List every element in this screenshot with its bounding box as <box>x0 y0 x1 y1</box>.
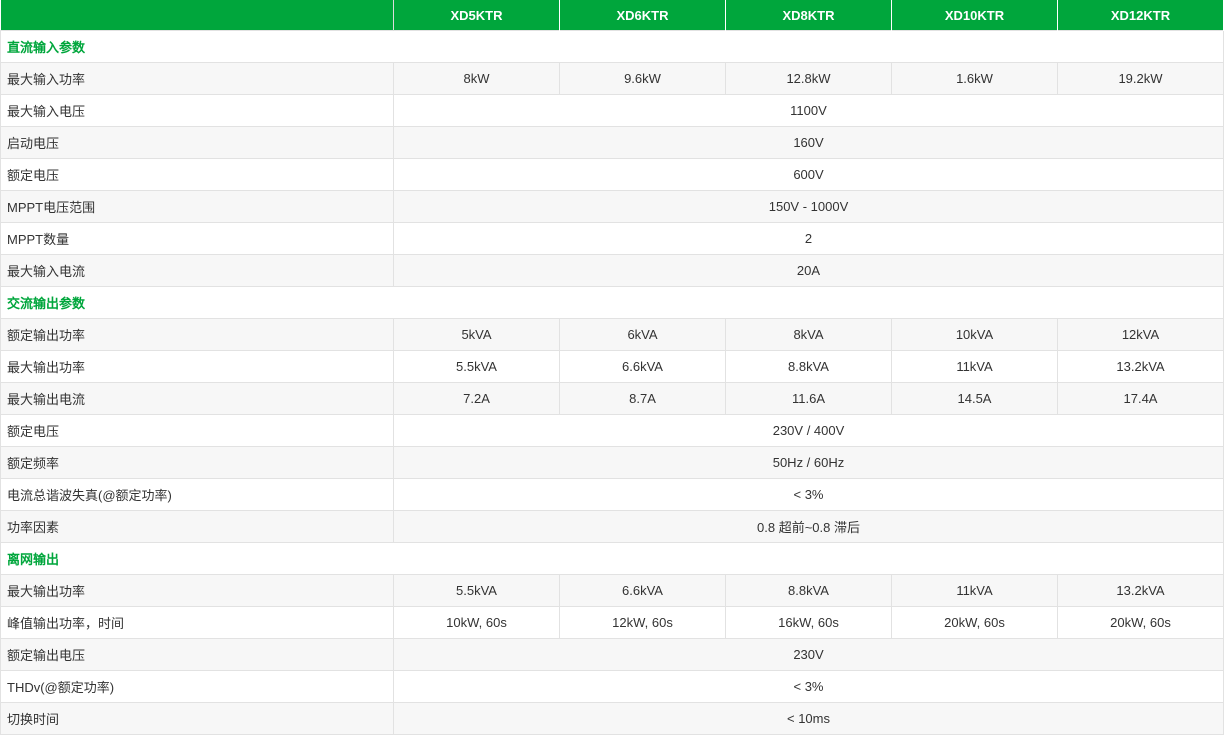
table-row: 额定输出电压 230V <box>0 638 1224 671</box>
table-row: 额定电压 600V <box>0 158 1224 191</box>
row-value: 11.6A <box>725 382 892 415</box>
table-row: MPPT电压范围 150V - 1000V <box>0 190 1224 223</box>
row-label: 电流总谐波失真(@额定功率) <box>0 478 394 511</box>
row-label: 功率因素 <box>0 510 394 543</box>
table-row: 最大输入功率 8kW 9.6kW 12.8kW 1.6kW 19.2kW <box>0 62 1224 95</box>
table-row: 切换时间 < 10ms <box>0 702 1224 735</box>
row-label: 最大输入电压 <box>0 94 394 127</box>
row-value: 20kW, 60s <box>891 606 1058 639</box>
header-model: XD10KTR <box>891 0 1058 31</box>
row-value: 8kVA <box>725 318 892 351</box>
table-row: 最大输出功率 5.5kVA 6.6kVA 8.8kVA 11kVA 13.2kVA <box>0 350 1224 383</box>
row-label: 额定输出功率 <box>0 318 394 351</box>
row-label: THDv(@额定功率) <box>0 670 394 703</box>
row-label: 最大输入功率 <box>0 62 394 95</box>
row-shared-value: 20A <box>393 254 1224 287</box>
row-value: 9.6kW <box>559 62 726 95</box>
row-value: 16kW, 60s <box>725 606 892 639</box>
row-label: 切换时间 <box>0 702 394 735</box>
table-row: THDv(@额定功率) < 3% <box>0 670 1224 703</box>
row-value: 6kVA <box>559 318 726 351</box>
row-label: 额定电压 <box>0 158 394 191</box>
spec-table: XD5KTR XD6KTR XD8KTR XD10KTR XD12KTR 直流输… <box>0 0 1224 735</box>
row-value: 12kVA <box>1057 318 1224 351</box>
row-shared-value: 0.8 超前~0.8 滞后 <box>393 510 1224 543</box>
row-value: 13.2kVA <box>1057 350 1224 383</box>
header-model: XD5KTR <box>393 0 560 31</box>
row-shared-value: < 3% <box>393 478 1224 511</box>
row-value: 13.2kVA <box>1057 574 1224 607</box>
row-value: 8.7A <box>559 382 726 415</box>
row-value: 12.8kW <box>725 62 892 95</box>
row-label: 最大输出电流 <box>0 382 394 415</box>
table-row: MPPT数量 2 <box>0 222 1224 255</box>
row-shared-value: 230V <box>393 638 1224 671</box>
row-value: 7.2A <box>393 382 560 415</box>
row-value: 5.5kVA <box>393 574 560 607</box>
row-shared-value: 1100V <box>393 94 1224 127</box>
row-label: 额定电压 <box>0 414 394 447</box>
row-value: 10kW, 60s <box>393 606 560 639</box>
row-label: 启动电压 <box>0 126 394 159</box>
table-row: 最大输入电压 1100V <box>0 94 1224 127</box>
table-row: 额定频率 50Hz / 60Hz <box>0 446 1224 479</box>
row-shared-value: 50Hz / 60Hz <box>393 446 1224 479</box>
section-title: 交流输出参数 <box>0 286 1224 319</box>
table-row: 最大输出功率 5.5kVA 6.6kVA 8.8kVA 11kVA 13.2kVA <box>0 574 1224 607</box>
row-label: 最大输出功率 <box>0 574 394 607</box>
row-value: 19.2kW <box>1057 62 1224 95</box>
row-shared-value: < 10ms <box>393 702 1224 735</box>
row-shared-value: 160V <box>393 126 1224 159</box>
section-title: 直流输入参数 <box>0 30 1224 63</box>
table-row: 额定电压 230V / 400V <box>0 414 1224 447</box>
row-value: 8.8kVA <box>725 574 892 607</box>
row-value: 6.6kVA <box>559 574 726 607</box>
row-shared-value: 2 <box>393 222 1224 255</box>
table-row: 电流总谐波失真(@额定功率) < 3% <box>0 478 1224 511</box>
row-label: 额定频率 <box>0 446 394 479</box>
table-row: 功率因素 0.8 超前~0.8 滞后 <box>0 510 1224 543</box>
row-label: 最大输出功率 <box>0 350 394 383</box>
row-value: 5.5kVA <box>393 350 560 383</box>
row-shared-value: 600V <box>393 158 1224 191</box>
row-value: 14.5A <box>891 382 1058 415</box>
row-label: MPPT数量 <box>0 222 394 255</box>
table-row: 最大输入电流 20A <box>0 254 1224 287</box>
row-value: 8kW <box>393 62 560 95</box>
row-value: 12kW, 60s <box>559 606 726 639</box>
row-shared-value: 150V - 1000V <box>393 190 1224 223</box>
row-shared-value: < 3% <box>393 670 1224 703</box>
row-value: 8.8kVA <box>725 350 892 383</box>
header-model: XD12KTR <box>1057 0 1224 31</box>
row-value: 6.6kVA <box>559 350 726 383</box>
row-value: 11kVA <box>891 574 1058 607</box>
row-label: 峰值输出功率，时间 <box>0 606 394 639</box>
section-title: 离网输出 <box>0 542 1224 575</box>
section-header-row: 离网输出 <box>0 542 1224 575</box>
row-label: 额定输出电压 <box>0 638 394 671</box>
row-value: 17.4A <box>1057 382 1224 415</box>
table-row: 峰值输出功率，时间 10kW, 60s 12kW, 60s 16kW, 60s 20kW… <box>0 606 1224 639</box>
spec-table-body: 直流输入参数 最大输入功率 8kW 9.6kW 12.8kW 1.6kW 19.2kW 最大输… <box>0 30 1224 735</box>
header-row: XD5KTR XD6KTR XD8KTR XD10KTR XD12KTR <box>0 0 1224 31</box>
header-model: XD8KTR <box>725 0 892 31</box>
table-row: 额定输出功率 5kVA 6kVA 8kVA 10kVA 12kVA <box>0 318 1224 351</box>
row-label: 最大输入电流 <box>0 254 394 287</box>
row-label: MPPT电压范围 <box>0 190 394 223</box>
row-value: 1.6kW <box>891 62 1058 95</box>
header-corner <box>0 0 394 31</box>
section-header-row: 直流输入参数 <box>0 30 1224 63</box>
row-value: 5kVA <box>393 318 560 351</box>
row-value: 20kW, 60s <box>1057 606 1224 639</box>
header-model: XD6KTR <box>559 0 726 31</box>
row-value: 11kVA <box>891 350 1058 383</box>
table-row: 启动电压 160V <box>0 126 1224 159</box>
table-row: 最大输出电流 7.2A 8.7A 11.6A 14.5A 17.4A <box>0 382 1224 415</box>
row-value: 10kVA <box>891 318 1058 351</box>
row-shared-value: 230V / 400V <box>393 414 1224 447</box>
section-header-row: 交流输出参数 <box>0 286 1224 319</box>
